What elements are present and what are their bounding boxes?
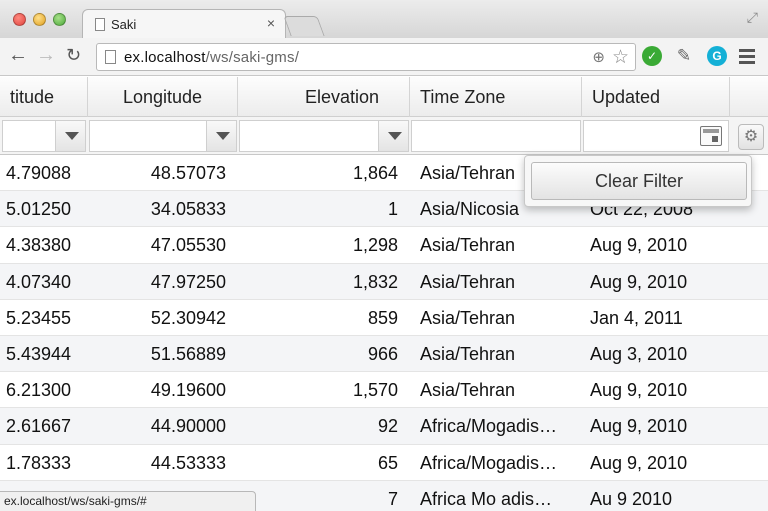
filter-row: ⚙ [0, 117, 768, 155]
table-row[interactable]: 5.23455 52.30942 859 Asia/Tehran Jan 4, 2011 [0, 299, 768, 336]
gear-icon[interactable]: ⚙ [738, 124, 764, 150]
table-row[interactable]: 5.43944 51.56889 966 Asia/Tehran Aug 3, 2010 [0, 335, 768, 373]
grammarly-icon[interactable]: G [707, 46, 727, 66]
longitude-cell: 51.56889 [150, 343, 226, 364]
longitude-cell: 49.19600 [150, 380, 226, 401]
elevation-cell: 1 [387, 199, 398, 220]
updated-filter[interactable] [583, 120, 729, 152]
wrench-icon[interactable]: ✎ [674, 46, 694, 66]
address-bar[interactable]: ex.localhost/ws/saki-gms/ ⊕ ☆ [96, 43, 636, 71]
longitude-cell: 34.05833 [150, 199, 226, 220]
column-header-longitude[interactable]: Longitude [88, 77, 238, 117]
longitude-cell: 44.53333 [150, 452, 226, 473]
chevron-down-icon[interactable] [206, 121, 236, 151]
elevation-cell: 859 [367, 307, 398, 328]
filter-menu-popup: Clear Filter [524, 155, 752, 207]
elevation-cell: 65 [377, 452, 398, 473]
latitude-cell: 5.23455 [6, 307, 72, 328]
table-row[interactable]: 6.21300 49.19600 1,570 Asia/Tehran Aug 9, 20… [0, 372, 768, 409]
browser-tab[interactable]: Saki × [82, 9, 286, 39]
grid-header: titude Longitude Elevation Time Zone Upd… [0, 77, 768, 117]
elevation-cell: 1,570 [352, 380, 398, 401]
longitude-cell: 47.97250 [150, 271, 226, 292]
updated-cell: Au 9 2010 [590, 488, 673, 509]
latitude-cell: 4.79088 [6, 163, 72, 183]
column-header-latitude[interactable]: titude [0, 77, 88, 117]
chevron-down-icon[interactable] [55, 121, 85, 151]
time-zone-cell: Africa/Mogadis… [420, 416, 558, 437]
updated-cell: Aug 9, 2010 [590, 452, 688, 473]
updated-cell: Aug 9, 2010 [590, 416, 688, 437]
latitude-cell: 1.78333 [6, 452, 72, 473]
page-icon [105, 50, 116, 64]
tab-close-icon[interactable]: × [267, 15, 275, 31]
calendar-icon[interactable] [700, 126, 722, 146]
fullscreen-icon[interactable]: ⤢ [747, 9, 758, 26]
time-zone-cell: Asia/Tehran [420, 271, 516, 292]
elevation-cell: 1,864 [352, 163, 398, 183]
time-zone-cell: Asia/Tehran [420, 343, 516, 364]
tab-title: Saki [111, 17, 137, 32]
latitude-cell: 5.43944 [6, 343, 72, 364]
reload-icon[interactable]: ↻ [66, 45, 81, 66]
data-grid: titude Longitude Elevation Time Zone Upd… [0, 77, 768, 511]
grid-body: 4.79088 48.57073 1,864 Asia/Tehran 5.01250 34… [0, 155, 768, 511]
elevation-cell: 966 [367, 343, 398, 364]
time-zone-cell: Asia/Tehran [420, 307, 516, 328]
latitude-cell: 6.21300 [6, 380, 72, 401]
minimize-window-button[interactable] [33, 13, 46, 26]
browser-titlebar: Saki × ⤢ [0, 0, 768, 39]
chevron-down-icon[interactable] [378, 121, 408, 151]
table-row[interactable]: 2.61667 44.90000 92 Africa/Mogadis… Aug 9, 2… [0, 408, 768, 445]
updated-cell: Aug 9, 2010 [590, 271, 688, 292]
latitude-cell: 2.61667 [6, 416, 72, 437]
longitude-cell: 47.05530 [150, 235, 226, 256]
elevation-cell: 7 [387, 488, 398, 509]
extension-green-icon[interactable]: ✓ [642, 46, 662, 66]
time-zone-cell: Africa Mo adis… [420, 488, 553, 509]
new-tab-button[interactable] [283, 16, 325, 36]
longitude-cell: 48.57073 [150, 163, 226, 183]
page-icon [95, 18, 105, 31]
table-row[interactable]: 4.07340 47.97250 1,832 Asia/Tehran Aug 9, 20… [0, 263, 768, 300]
latitude-filter[interactable] [2, 120, 86, 152]
time-zone-filter[interactable] [411, 120, 581, 152]
table-row[interactable]: 1.78333 44.53333 65 Africa/Mogadis… Aug 9, 2… [0, 444, 768, 481]
bookmark-star-icon[interactable]: ☆ [612, 46, 629, 69]
updated-cell: Aug 3, 2010 [590, 343, 688, 364]
hamburger-menu-icon[interactable] [739, 49, 755, 67]
url-text[interactable]: ex.localhost/ws/saki-gms/ [124, 49, 299, 66]
updated-cell: Jan 4, 2011 [590, 307, 683, 328]
back-arrow-icon[interactable]: ← [8, 44, 28, 67]
longitude-filter[interactable] [89, 120, 237, 152]
time-zone-cell: Africa/Mogadis… [420, 452, 558, 473]
forward-arrow-icon[interactable]: → [36, 44, 56, 67]
column-header-updated[interactable]: Updated [582, 77, 730, 117]
updated-cell: Aug 9, 2010 [590, 380, 688, 401]
table-row[interactable]: 4.38380 47.05530 1,298 Asia/Tehran Aug 9, 20… [0, 227, 768, 264]
elevation-cell: 1,298 [352, 235, 398, 256]
browser-toolbar: ← → ↻ ex.localhost/ws/saki-gms/ ⊕ ☆ ✓ ✎ … [0, 38, 768, 76]
clear-filter-button[interactable]: Clear Filter [531, 162, 747, 200]
longitude-cell: 44.90000 [150, 416, 226, 437]
time-zone-cell: Asia/Tehran [420, 235, 516, 256]
zoom-window-button[interactable] [53, 13, 66, 26]
latitude-cell: 5.01250 [6, 199, 72, 220]
latitude-cell: 4.07340 [6, 271, 72, 292]
column-header-time-zone[interactable]: Time Zone [410, 77, 582, 117]
longitude-cell: 52.30942 [150, 307, 226, 328]
zoom-icon[interactable]: ⊕ [592, 48, 605, 66]
updated-cell: Aug 9, 2010 [590, 235, 688, 256]
status-url-bubble: ex.localhost/ws/saki-gms/# [0, 491, 256, 511]
time-zone-cell: Asia/Tehran [420, 380, 516, 401]
elevation-cell: 1,832 [352, 271, 398, 292]
column-header-elevation[interactable]: Elevation [238, 77, 410, 117]
latitude-cell: 4.38380 [6, 235, 72, 256]
elevation-filter[interactable] [239, 120, 409, 152]
elevation-cell: 92 [377, 416, 398, 437]
close-window-button[interactable] [13, 13, 26, 26]
